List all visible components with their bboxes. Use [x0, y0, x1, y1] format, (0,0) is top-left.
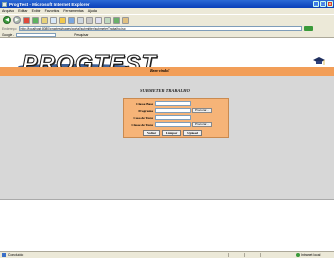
- print-icon[interactable]: [86, 16, 93, 24]
- menu-item-favoritos[interactable]: Favoritos: [45, 9, 60, 13]
- research-icon[interactable]: [122, 16, 129, 24]
- field-row-classe-base: Classe Base: [124, 101, 230, 106]
- graduation-cap-icon: [313, 57, 325, 65]
- zone-text: Intranet local: [301, 253, 321, 257]
- edit-icon[interactable]: [95, 16, 102, 24]
- home-icon[interactable]: [41, 16, 48, 24]
- welcome-text: Bem-vindo!: [150, 68, 170, 73]
- refresh-icon[interactable]: [32, 16, 39, 24]
- window-controls: _ □ x: [313, 1, 333, 7]
- page-content: PROGTEST Bem-vindo! SUBMETER TRABALHO Cl…: [0, 38, 334, 251]
- classe-de-teste-file-input[interactable]: [155, 122, 191, 127]
- form-area: SUBMETER TRABALHO Classe Base Programa P…: [0, 76, 334, 196]
- favorites-icon[interactable]: [59, 16, 66, 24]
- field-row-classe-de-teste: Classe de Teste Procurar...: [124, 122, 230, 127]
- limpar-button[interactable]: Limpar: [162, 130, 182, 136]
- google-label: Google -: [2, 32, 15, 37]
- status-divider: [260, 253, 261, 257]
- close-button[interactable]: x: [327, 1, 333, 7]
- menu-item-editar[interactable]: Editar: [18, 9, 27, 13]
- form-buttons: Voltar Limpar Upload: [143, 130, 202, 136]
- address-input[interactable]: http://localhost:8080/progtest/pages/por…: [18, 26, 302, 31]
- classe-base-input[interactable]: [155, 101, 191, 106]
- field-row-caso-de-teste: Caso de Teste: [124, 115, 230, 120]
- search-icon[interactable]: [50, 16, 57, 24]
- back-button[interactable]: ◀: [3, 16, 11, 24]
- go-button[interactable]: [303, 26, 313, 31]
- forward-button[interactable]: ▶: [13, 16, 21, 24]
- classe-base-label: Classe Base: [136, 101, 153, 106]
- google-search-input[interactable]: [16, 32, 57, 37]
- programa-label: Programa: [138, 108, 153, 113]
- form-title: SUBMETER TRABALHO: [140, 88, 190, 93]
- security-zone: Intranet local: [296, 253, 320, 257]
- classe-de-teste-browse-button[interactable]: Procurar...: [192, 122, 212, 127]
- address-url: http://localhost:8080/progtest/pages/por…: [20, 26, 126, 31]
- menu-item-exibir[interactable]: Exibir: [32, 9, 41, 13]
- classe-de-teste-label: Classe de Teste: [131, 122, 153, 127]
- history-icon[interactable]: [68, 16, 75, 24]
- programa-browse-button[interactable]: Procurar...: [192, 108, 212, 113]
- messenger-icon[interactable]: [113, 16, 120, 24]
- page-status-icon: [2, 253, 6, 257]
- field-row-programa: Programa Procurar...: [124, 108, 230, 113]
- footer-strip: [0, 196, 334, 200]
- discuss-icon[interactable]: [104, 16, 111, 24]
- browser-toolbar: ◀ ▶: [0, 14, 334, 25]
- caso-de-teste-label: Caso de Teste: [133, 115, 153, 120]
- status-divider: [228, 253, 229, 257]
- progtest-logo: PROGTEST: [10, 42, 156, 77]
- voltar-button[interactable]: Voltar: [143, 130, 161, 136]
- menu-item-ajuda[interactable]: Ajuda: [88, 9, 97, 13]
- status-text: Concluído: [8, 253, 24, 257]
- maximize-button[interactable]: □: [320, 1, 326, 7]
- status-bar: Concluído Intranet local: [0, 251, 334, 258]
- address-label: Endereço: [2, 26, 17, 31]
- menu-item-arquivo[interactable]: Arquivo: [2, 9, 14, 13]
- mail-icon[interactable]: [77, 16, 84, 24]
- address-bar: Endereço http://localhost:8080/progtest/…: [0, 25, 334, 32]
- programa-file-input[interactable]: [155, 108, 191, 113]
- stop-icon[interactable]: [23, 16, 30, 24]
- upload-button[interactable]: Upload: [183, 130, 202, 136]
- window-title: ProgTest - Microsoft Internet Explorer: [9, 1, 90, 7]
- menu-item-ferramentas[interactable]: Ferramentas: [63, 9, 83, 13]
- intranet-zone-icon: [296, 253, 300, 257]
- google-search-button[interactable]: Pesquisar: [74, 33, 88, 37]
- welcome-bar: Bem-vindo!: [0, 67, 334, 76]
- submit-form: Classe Base Programa Procurar... Caso de…: [123, 98, 229, 138]
- status-divider: [244, 253, 245, 257]
- ie-icon: [2, 1, 7, 7]
- minimize-button[interactable]: _: [313, 1, 319, 7]
- window-titlebar: ProgTest - Microsoft Internet Explorer _…: [0, 0, 334, 8]
- caso-de-teste-input[interactable]: [155, 115, 191, 120]
